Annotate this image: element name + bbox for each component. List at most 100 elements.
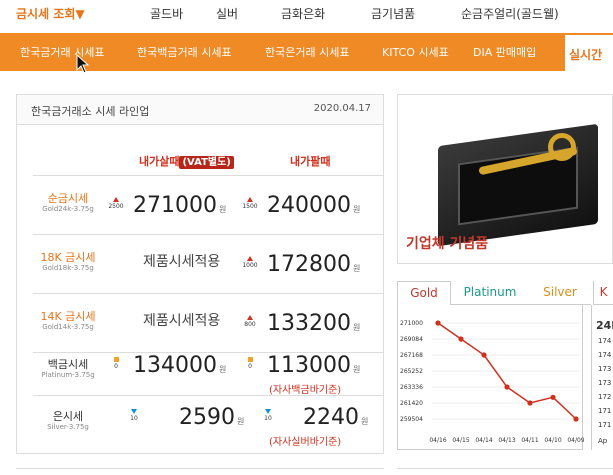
divider [33, 175, 383, 176]
data-point [550, 394, 556, 400]
x-tick-label: 04/10 [544, 437, 561, 444]
nav-gold-price[interactable]: 금시세 조회▼ [16, 5, 85, 22]
sell-change: 1500 [241, 197, 259, 210]
tab-platinum[interactable]: Platinum [451, 281, 529, 305]
sell-change: 0 [241, 357, 259, 370]
x-tick-label: 04/16 [429, 437, 446, 444]
platinum-note: (자사백금바기준) [269, 385, 342, 396]
row-name: 순금시세 [47, 192, 89, 205]
gold-price-chart: 271000 269084 267168 265252 263336 261420 2595… [397, 305, 585, 450]
data-point [435, 320, 441, 326]
subnav-korea-silver[interactable]: 한국은거래 시세표 [265, 44, 349, 60]
col-sell-header: 내가팔때 [290, 155, 331, 168]
row-sub: Gold14k-3.75g [42, 323, 94, 331]
side-value: 174 [598, 337, 612, 345]
subnav-dia[interactable]: DIA 판매매입 [473, 44, 536, 60]
y-tick-label: 263336 [400, 384, 423, 391]
row-sub: Silver-3.75g [47, 423, 89, 431]
data-point [458, 336, 464, 342]
col-buy-header: 내가살때 (VAT별도) [139, 153, 234, 169]
sell-change: 800 [241, 315, 259, 328]
sell-change: 10 [259, 409, 277, 422]
x-tick-label: 04/11 [521, 437, 538, 444]
side-heading: 24K [596, 319, 613, 332]
realtime-tab[interactable]: 실시간 [565, 33, 613, 71]
y-tick-label: 269084 [400, 336, 423, 343]
nav-souvenir[interactable]: 금기념품 [371, 5, 415, 22]
side-value: 171 [598, 407, 612, 415]
subnav-korea-gold[interactable]: 한국금거래 시세표 [20, 44, 104, 60]
sell-price: 113000 원 [267, 353, 361, 378]
souvenir-ad-banner[interactable]: 기업체 기념품 [397, 94, 613, 264]
price-panel-header: 한국금거래소 시세 라인업 2020.04.17 [17, 95, 383, 125]
data-point [504, 384, 510, 390]
buy-price: 134000 원 [133, 353, 227, 378]
sell-price: 172800 원 [267, 252, 361, 277]
flat-indicator-icon [113, 357, 119, 362]
price-row-silver: 은시세 Silver-3.75g 10 2590 원 10 2240 원 (자사실버… [33, 395, 383, 451]
top-nav: 금시세 조회▼ 골드바 실버 금화은화 금기념품 순금주얼리(골드웰) [0, 0, 613, 30]
down-arrow-icon [265, 409, 271, 414]
buy-change: 0 [107, 357, 125, 370]
nav-jewelry[interactable]: 순금주얼리(골드웰) [461, 5, 559, 22]
side-value: 172 [598, 393, 612, 401]
x-tick-label: 04/13 [498, 437, 515, 444]
buy-text: 제품시세적용 [143, 313, 221, 329]
tab-k[interactable]: K [593, 281, 613, 305]
sell-price: 133200 원 [267, 311, 361, 336]
divider [33, 293, 383, 294]
x-tick-label: 04/14 [475, 437, 492, 444]
golden-key-head-image [548, 133, 576, 161]
price-row-platinum: 백금시세 Platinum-3.75g 0 134000 원 0 113000 원 … [33, 343, 383, 396]
data-point [573, 416, 579, 422]
buy-change: 10 [125, 409, 143, 422]
up-arrow-icon [247, 197, 253, 202]
silver-note: (자사실버바기준) [269, 437, 342, 448]
sell-change: 1000 [241, 256, 259, 269]
divider [33, 234, 383, 235]
side-value: 173 [598, 379, 612, 387]
price-row-gold24k: 순금시세 Gold24k-3.75g 2500 271000 원 1500 240… [33, 177, 383, 234]
price-panel-title: 한국금거래소 시세 라인업 [31, 105, 150, 118]
y-tick-label: 271000 [400, 320, 423, 327]
nav-gold-bar[interactable]: 골드바 [150, 5, 183, 22]
nav-coins[interactable]: 금화은화 [281, 5, 325, 22]
row-name: 14K 금시세 [40, 310, 96, 323]
subnav-kitco[interactable]: KITCO 시세표 [382, 44, 449, 60]
ad-label: 기업체 기념품 [406, 236, 489, 252]
buy-text: 제품시세적용 [143, 254, 221, 270]
nav-silver[interactable]: 실버 [216, 5, 238, 22]
side-value: 174 [598, 351, 612, 359]
gold-chart-svg: 271000 269084 267168 265252 263336 261420 2595… [400, 320, 585, 444]
side-24k-panel: 24K 174 174 173 173 172 171 171 Ap [591, 305, 613, 450]
sub-nav: 한국금거래 시세표 한국백금거래 시세표 한국은거래 시세표 KITCO 시세표… [0, 33, 613, 71]
up-arrow-icon [113, 197, 119, 202]
price-row-gold18k: 18K 금시세 Gold18k-3.75g 제품시세적용 1000 172800… [33, 236, 383, 293]
data-point [527, 400, 533, 406]
sell-price: 240000 원 [267, 193, 361, 218]
x-tick-label: 04/15 [452, 437, 469, 444]
row-sub: Platinum-3.75g [41, 371, 95, 379]
mouse-cursor-icon [76, 54, 90, 74]
buy-price: 271000 원 [133, 193, 227, 218]
col-buy-label: 내가살때 [139, 155, 180, 168]
subnav-korea-platinum[interactable]: 한국백금거래 시세표 [137, 44, 232, 60]
price-date: 2020.04.17 [313, 103, 371, 114]
up-arrow-icon [247, 256, 253, 261]
divider [16, 468, 384, 475]
y-tick-label: 267168 [400, 352, 423, 359]
row-sub: Gold24k-3.75g [42, 205, 94, 213]
tab-gold[interactable]: Gold [397, 281, 451, 305]
y-tick-label: 259504 [400, 416, 423, 423]
price-panel: 한국금거래소 시세 라인업 2020.04.17 내가살때 (VAT별도) 내가팔… [16, 94, 384, 454]
row-sub: Gold18k-3.75g [42, 264, 94, 272]
sell-price: 2240 원 [303, 405, 369, 430]
metal-tabs: Gold Platinum Silver K [397, 281, 613, 305]
buy-price: 2590 원 [179, 405, 245, 430]
row-name: 은시세 [52, 410, 84, 423]
row-name: 백금시세 [47, 358, 89, 371]
tab-silver[interactable]: Silver [529, 281, 591, 305]
side-value: 173 [598, 365, 612, 373]
col-buy-vat: (VAT별도) [179, 156, 234, 169]
realtime-label: 실시간 [569, 48, 603, 62]
